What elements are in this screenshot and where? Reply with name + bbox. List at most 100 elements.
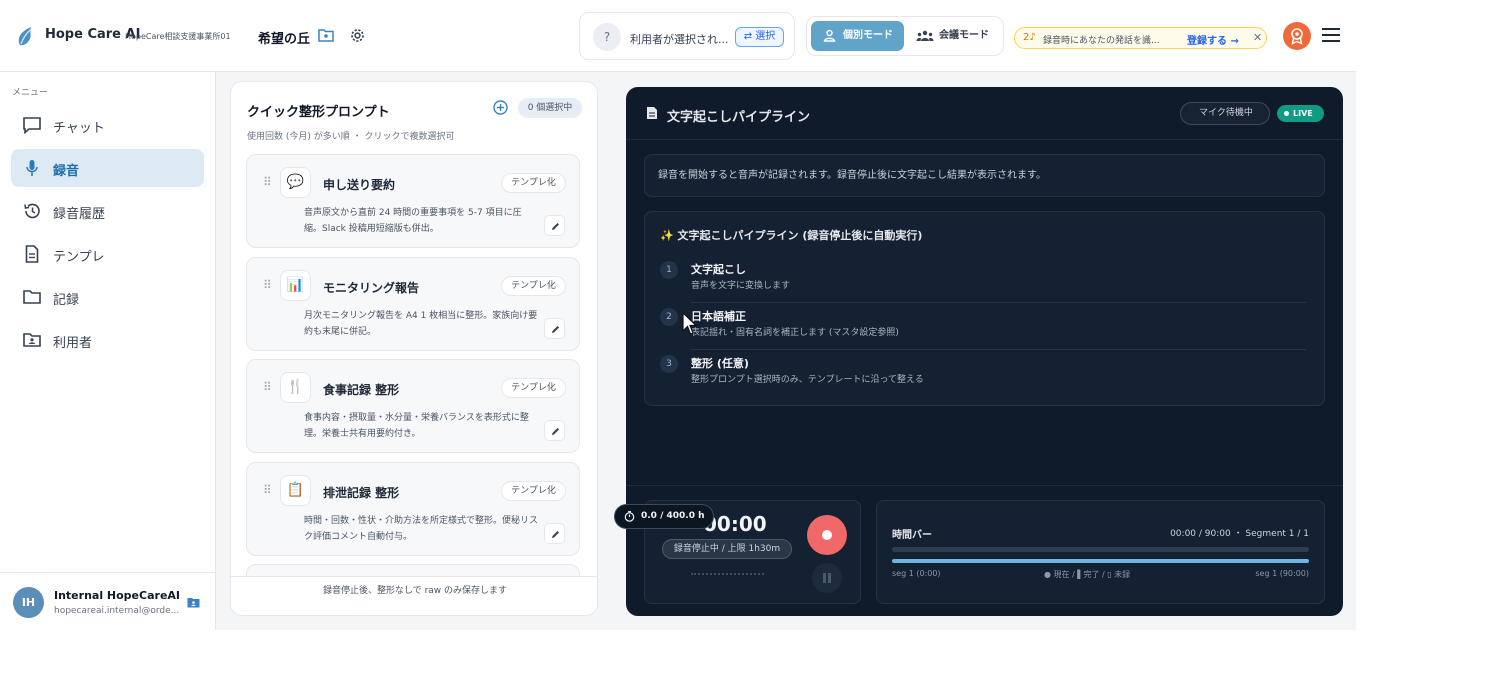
step-number: 1 (660, 261, 678, 279)
sidebar-item-label: チャット (53, 121, 105, 136)
folder-icon (23, 290, 41, 304)
prompt-card[interactable]: ⠿ 📊 モニタリング報告 テンプレ化 月次モニタリング報告を A4 1 枚相当に… (246, 257, 580, 351)
gear-icon[interactable] (349, 27, 366, 44)
chat-icon (23, 117, 41, 134)
sidebar: メニュー チャット 録音 録音履歴 テンプレ 記録 利用者 IH Interna… (0, 72, 216, 630)
profile-avatar[interactable] (1283, 22, 1311, 50)
pencil-icon (552, 428, 559, 435)
facility-folder-icon[interactable] (318, 28, 334, 42)
prompt-card[interactable]: ⠿ 📋 排泄記録 整形 テンプレ化 時間・回数・性状・介助方法を所定様式で整形。… (246, 462, 580, 556)
account-name: Internal HopeCareAI (54, 589, 181, 602)
time-bar-title: 時間バー (892, 530, 932, 541)
mic-icon (26, 160, 38, 176)
edit-button[interactable] (544, 215, 565, 236)
sidebar-item-history[interactable]: 録音履歴 (11, 192, 204, 230)
templatize-button[interactable]: テンプレ化 (501, 276, 566, 296)
close-icon[interactable]: ✕ (1253, 31, 1262, 44)
sidebar-item-chat[interactable]: チャット (11, 106, 204, 144)
user-folder-icon (23, 333, 41, 347)
sidebar-item-users[interactable]: 利用者 (11, 321, 204, 359)
prompt-description: 時間・回数・性状・介助方法を所定様式で整形。便秘リスク評価コメント自動付与。 (304, 516, 539, 542)
time-bar-card: 時間バー 00:00 / 90:00 ・ Segment 1 / 1 seg 1… (876, 500, 1325, 604)
user-selector[interactable]: ? 利用者が選択され... ⇄ 選択 (579, 12, 795, 60)
edit-button[interactable] (544, 420, 565, 441)
chart-icon: 📊 (280, 270, 311, 301)
app-window: Hope Care AI HopeCare相談支援事業所01 希望の丘 ? 利用… (0, 0, 1356, 630)
step-title: 文字起こし (691, 263, 746, 276)
transcription-pipeline-panel: 文字起こしパイプライン マイク待機中 LIVE 録音を開始すると音声が記録されま… (626, 87, 1343, 616)
segment-end-label: seg 1 (90:00) (1255, 569, 1309, 578)
facility-name[interactable]: 希望の丘 (258, 28, 310, 47)
add-prompt-icon[interactable] (493, 100, 508, 115)
templatize-button[interactable]: テンプレ化 (501, 481, 566, 501)
prompt-title: 申し送り要約 (323, 178, 396, 192)
mode-toggle: 個別モード 会議モード (806, 16, 1004, 56)
quick-prompt-panel: クイック整形プロンプト 0 個選択中 使用回数 (今月) が多い順 ・ クリック… (230, 81, 598, 616)
prompt-card[interactable]: ⠿ 💬 申し送り要約 テンプレ化 音声原文から直前 24 時間の重要事項を 5-… (246, 154, 580, 248)
templatize-button[interactable]: テンプレ化 (501, 378, 566, 398)
menu-label: メニュー (12, 88, 49, 98)
menu-icon[interactable] (1322, 28, 1340, 42)
recording-status-badge: 録音停止中 / 上限 1h30m (662, 539, 792, 559)
panel-subtitle: 使用回数 (今月) が多い順 ・ クリックで複数選択可 (247, 132, 455, 142)
record-button[interactable] (807, 515, 847, 555)
sidebar-item-label: 記録 (53, 293, 80, 308)
panel-footer-note: 録音停止後、整形なしで raw のみ保存します (231, 576, 597, 615)
time-bar-meta: 00:00 / 90:00 ・ Segment 1 / 1 (1170, 529, 1309, 539)
divider (691, 302, 1306, 303)
badge-icon (1291, 28, 1303, 45)
select-user-button[interactable]: ⇄ 選択 (735, 27, 784, 47)
banner-text: 録音時にあなたの発話を識... (1043, 36, 1160, 46)
edit-button[interactable] (544, 318, 565, 339)
meeting-mode-button[interactable]: 会議モード (911, 21, 1001, 51)
fork-knife-icon: 🍴 (280, 372, 311, 403)
personal-mode-button[interactable]: 個別モード (811, 21, 904, 51)
time-bar-track[interactable] (892, 547, 1309, 552)
clipboard-icon: 📋 (280, 475, 311, 506)
account-email: hopecareai.internal@orde... (54, 606, 180, 616)
account-folder-icon[interactable] (187, 597, 200, 608)
live-label: LIVE (1293, 109, 1313, 118)
account-footer[interactable]: IH Internal HopeCareAI hopecareai.intern… (0, 572, 215, 630)
drag-handle-icon[interactable]: ⠿ (263, 380, 272, 394)
pause-button[interactable] (812, 563, 842, 593)
segment-bar[interactable] (892, 559, 1309, 563)
edit-button[interactable] (544, 523, 565, 544)
prompt-description: 月次モニタリング報告を A4 1 枚相当に整形。家族向け要約も末尾に併記。 (304, 311, 538, 337)
sidebar-item-label: 利用者 (53, 336, 93, 351)
prompt-description: 食事内容・摂取量・水分量・栄養バランスを表形式に整理。栄養士共有用要約付き。 (304, 413, 529, 439)
time-bar-legend: ● 現在 / ▌完了 / ▯ 未録 (1044, 570, 1131, 579)
sidebar-item-label: 録音 (53, 164, 80, 179)
sidebar-item-recording[interactable]: 録音 (11, 149, 204, 187)
group-icon (916, 30, 934, 41)
mic-status-badge: マイク待機中 (1180, 102, 1270, 125)
prompt-title: モニタリング報告 (323, 281, 420, 295)
drag-handle-icon[interactable]: ⠿ (263, 483, 272, 497)
record-dot-icon (822, 530, 832, 540)
live-dot-icon (1284, 111, 1289, 116)
usage-quota-badge: 0.0 / 400.0 h (614, 504, 714, 529)
stopwatch-icon (624, 511, 635, 522)
selected-count-badge: 0 個選択中 (518, 98, 582, 118)
step-number: 2 (660, 308, 678, 326)
prompt-description: 音声原文から直前 24 時間の重要事項を 5-7 項目に圧縮。Slack 投稿用… (304, 208, 522, 234)
sidebar-item-templates[interactable]: テンプレ (11, 235, 204, 273)
step-title: 整形 (任意) (691, 357, 749, 370)
pipeline-header: 文字起こしパイプライン マイク待機中 LIVE (626, 87, 1343, 140)
sidebar-item-records[interactable]: 記録 (11, 278, 204, 316)
prompt-card[interactable]: ⠿ 🍴 食事記録 整形 テンプレ化 食事内容・摂取量・水分量・栄養バランスを表形… (246, 359, 580, 453)
drag-handle-icon[interactable]: ⠿ (263, 278, 272, 292)
pipeline-steps: ✨ 文字起こしパイプライン (録音停止後に自動実行) 1 文字起こし 音声を文字… (644, 211, 1325, 406)
voice-icon: 2♪ (1023, 32, 1036, 43)
pipeline-info: 録音を開始すると音声が記録されます。録音停止後に文字起こし結果が表示されます。 (644, 154, 1325, 197)
org-name: HopeCare相談支援事業所01 (125, 32, 231, 41)
top-header: Hope Care AI HopeCare相談支援事業所01 希望の丘 ? 利用… (0, 0, 1356, 72)
sidebar-item-label: 録音履歴 (53, 207, 106, 222)
drag-handle-icon[interactable]: ⠿ (263, 175, 272, 189)
templatize-button[interactable]: テンプレ化 (501, 173, 566, 193)
register-link[interactable]: 登録する → (1187, 32, 1239, 47)
sidebar-item-label: テンプレ (53, 250, 105, 265)
step-title: 日本語補正 (691, 310, 746, 323)
prompt-title: 食事記録 整形 (323, 383, 400, 397)
personal-mode-label: 個別モード (843, 30, 893, 41)
